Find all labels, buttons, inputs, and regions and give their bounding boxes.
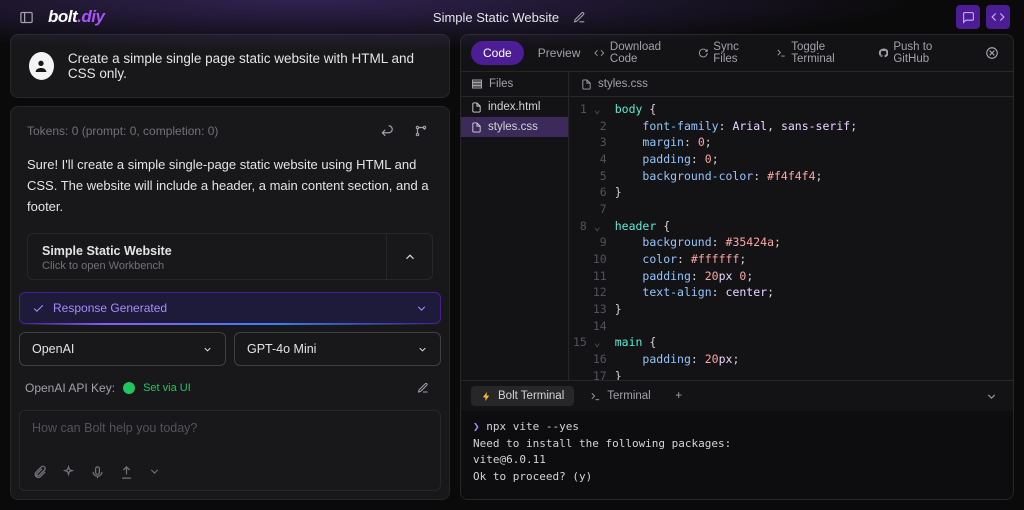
chevron-down-icon — [202, 344, 213, 355]
editor-tab[interactable]: styles.css — [569, 72, 1013, 97]
chevron-down-icon[interactable] — [148, 465, 161, 480]
workbench-panel: Code Preview Download Code Sync Files To… — [460, 34, 1014, 500]
close-icon[interactable] — [982, 41, 1003, 65]
tab-terminal[interactable]: Terminal — [580, 386, 660, 406]
sparkles-icon[interactable] — [61, 465, 76, 480]
file-tree-header: Files — [461, 72, 568, 97]
sidebar-toggle-icon[interactable] — [14, 5, 38, 29]
download-code-button[interactable]: Download Code — [594, 41, 681, 65]
mic-icon[interactable] — [90, 465, 105, 480]
provider-select[interactable]: OpenAI — [19, 332, 226, 366]
add-terminal-icon[interactable]: + — [667, 384, 691, 408]
prompt-text: Create a simple single page static websi… — [68, 51, 431, 81]
attach-icon[interactable] — [32, 465, 47, 480]
edit-key-icon[interactable] — [411, 376, 435, 400]
api-key-row: OpenAI API Key: Set via UI — [11, 366, 449, 406]
chat-panel: Tokens: 0 (prompt: 0, completion: 0) Sur… — [10, 106, 450, 500]
terminal-output[interactable]: ❯ npx vite --yesNeed to install the foll… — [461, 411, 1013, 499]
status-bar[interactable]: Response Generated — [19, 292, 441, 324]
push-github-button[interactable]: Push to GitHub — [878, 41, 962, 65]
collapse-terminal-icon[interactable] — [979, 384, 1003, 408]
artifact-expand-button[interactable] — [386, 234, 432, 279]
project-title: Simple Static Website — [433, 5, 591, 29]
chat-input[interactable]: How can Bolt help you today? — [19, 410, 441, 491]
chat-input-placeholder: How can Bolt help you today? — [32, 421, 428, 453]
user-prompt-card: Create a simple single page static websi… — [10, 34, 450, 98]
tab-preview[interactable]: Preview — [526, 41, 593, 65]
code-editor[interactable]: 1 ⌄2 3 4 5 6 7 8 ⌄9 10 11 12 13 14 15 ⌄1… — [569, 97, 1013, 380]
file-tree: Files index.htmlstyles.css — [461, 72, 569, 380]
artifact-subtitle: Click to open Workbench — [42, 260, 372, 272]
assistant-response: Sure! I'll create a simple single-page s… — [11, 151, 449, 229]
branch-icon[interactable] — [409, 119, 433, 143]
upload-icon[interactable] — [119, 465, 134, 480]
topbar: bolt.diy Simple Static Website — [0, 0, 1024, 34]
status-dot-icon — [123, 382, 135, 394]
logo[interactable]: bolt.diy — [48, 7, 104, 27]
file-item[interactable]: styles.css — [461, 117, 568, 137]
check-icon — [32, 302, 45, 315]
speech-icon[interactable] — [956, 5, 980, 29]
sync-files-button[interactable]: Sync Files — [698, 41, 760, 65]
code-icon[interactable] — [986, 5, 1010, 29]
undo-icon[interactable] — [375, 119, 399, 143]
tab-code[interactable]: Code — [471, 41, 524, 65]
chevron-down-icon — [417, 344, 428, 355]
file-item[interactable]: index.html — [461, 97, 568, 117]
artifact-card[interactable]: Simple Static Website Click to open Work… — [27, 233, 433, 280]
toggle-terminal-button[interactable]: Toggle Terminal — [776, 41, 862, 65]
chevron-down-icon[interactable] — [415, 302, 428, 315]
model-select[interactable]: GPT-4o Mini — [234, 332, 441, 366]
artifact-title: Simple Static Website — [42, 244, 372, 258]
token-counter: Tokens: 0 (prompt: 0, completion: 0) — [27, 124, 218, 138]
tab-bolt-terminal[interactable]: Bolt Terminal — [471, 386, 574, 406]
avatar — [29, 52, 54, 80]
edit-title-icon[interactable] — [567, 5, 591, 29]
